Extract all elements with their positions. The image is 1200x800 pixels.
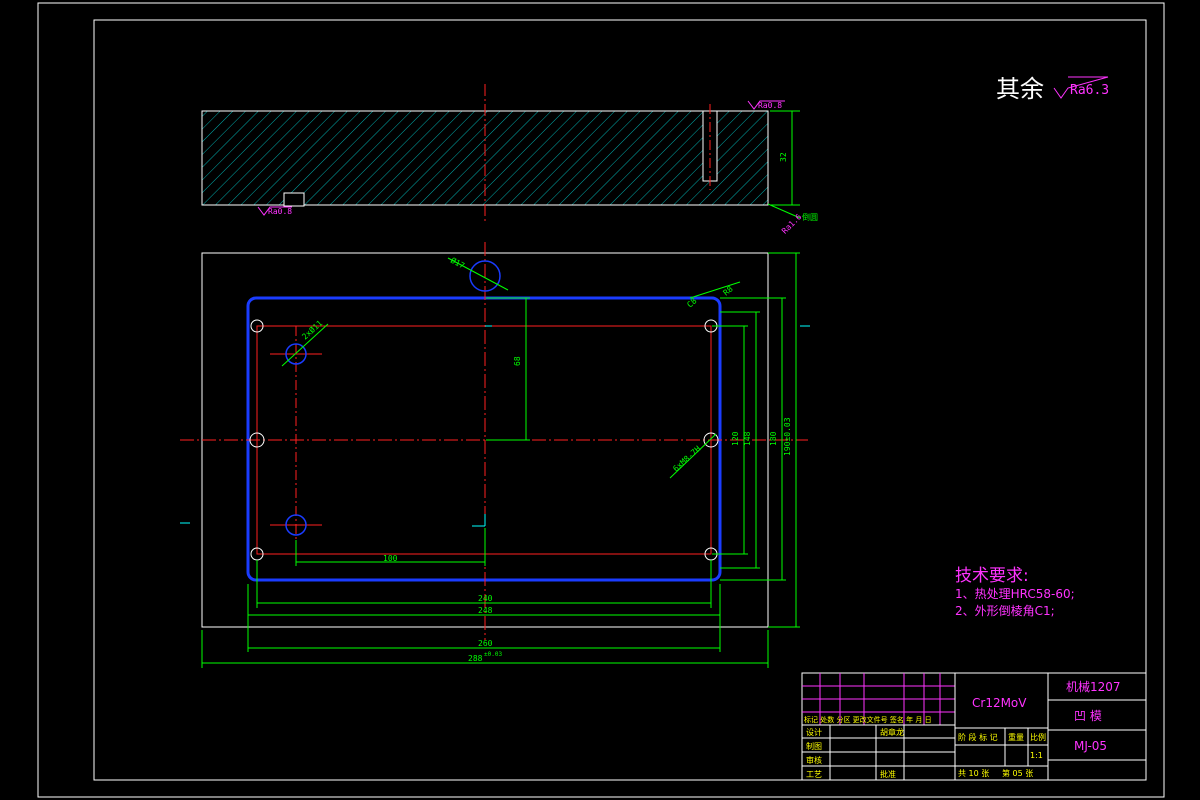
dim-288-tol: ±0.03	[484, 651, 502, 658]
tb-approve: 批准	[880, 769, 896, 779]
tb-ratio: 比例	[1030, 732, 1046, 742]
tech-title: 技术要求:	[955, 566, 1029, 586]
tb-draw: 制图	[806, 741, 822, 751]
dim-288: 288	[468, 654, 483, 663]
others-label: 其余	[996, 75, 1044, 103]
dim-148: 148	[743, 431, 752, 446]
tb-sheet-no: 第 05 张	[1002, 768, 1033, 778]
title-block: 标记 处数 分区 更改文件号 签名 年 月 日 设计 制图 审核 工艺 胡章龙 …	[801, 672, 1147, 781]
dim-100: 100	[383, 554, 398, 563]
dim-120: 120	[731, 431, 740, 446]
label-thread: 6xM8-7H	[671, 444, 702, 473]
tb-designer: 胡章龙	[880, 727, 904, 737]
tech-requirements: 技术要求: 1、热处理HRC58-60; 2、外形倒棱角C1;	[955, 566, 1075, 618]
dim-260: 260	[478, 639, 493, 648]
tb-weight: 重量	[1008, 732, 1024, 742]
tb-header-row: 标记 处数 分区 更改文件号 签名 年 月 日	[804, 715, 932, 724]
surface-finish-note: 其余 Ra6.3	[996, 75, 1109, 103]
ra-left: Ra0.8	[268, 207, 292, 216]
dim-240: 240	[478, 594, 493, 603]
section-pin	[283, 192, 305, 207]
ra-edge: Ra1.6	[780, 212, 804, 236]
tech-item-1: 1、热处理HRC58-60;	[955, 587, 1075, 601]
tb-material: Cr12MoV	[972, 696, 1027, 710]
ra-main: Ra6.3	[1070, 83, 1109, 98]
tb-scale: 1:1	[1030, 751, 1043, 760]
tb-check: 审核	[806, 755, 822, 765]
dim-180: 180	[769, 431, 778, 446]
tb-drawing-no: MJ-05	[1074, 739, 1107, 753]
dim-248: 248	[478, 606, 493, 615]
ra-top: Ra0.8	[758, 101, 782, 110]
edge-note: 倒圆	[802, 212, 818, 222]
tb-design: 设计	[806, 727, 822, 737]
tb-sheets: 共 10 张	[958, 769, 989, 778]
die-cavity	[246, 296, 722, 582]
dim-thickness: 32	[779, 152, 788, 162]
section-view: 32 Ra0.8 Ra0.8 Ra1.6 倒圆	[201, 84, 818, 236]
tb-class: 机械1207	[1066, 679, 1121, 694]
label-d17: Ø17	[449, 255, 467, 271]
tb-stage-cols: 阶 段 标 记	[958, 732, 998, 742]
dim-68: 68	[513, 356, 522, 366]
cad-drawing: 32 Ra0.8 Ra0.8 Ra1.6 倒圆 Ø17 2xØ11 C8 R8 …	[37, 2, 1165, 798]
tb-part-name: 凹 模	[1074, 709, 1102, 723]
dim-190: 190±0.03	[783, 417, 792, 456]
tb-process: 工艺	[806, 770, 822, 779]
tech-item-2: 2、外形倒棱角C1;	[955, 603, 1055, 618]
plan-view: Ø17 2xØ11 C8 R8 6xM8-7H 68 120 148 180 1…	[180, 242, 810, 668]
label-r8: R8	[722, 284, 735, 297]
